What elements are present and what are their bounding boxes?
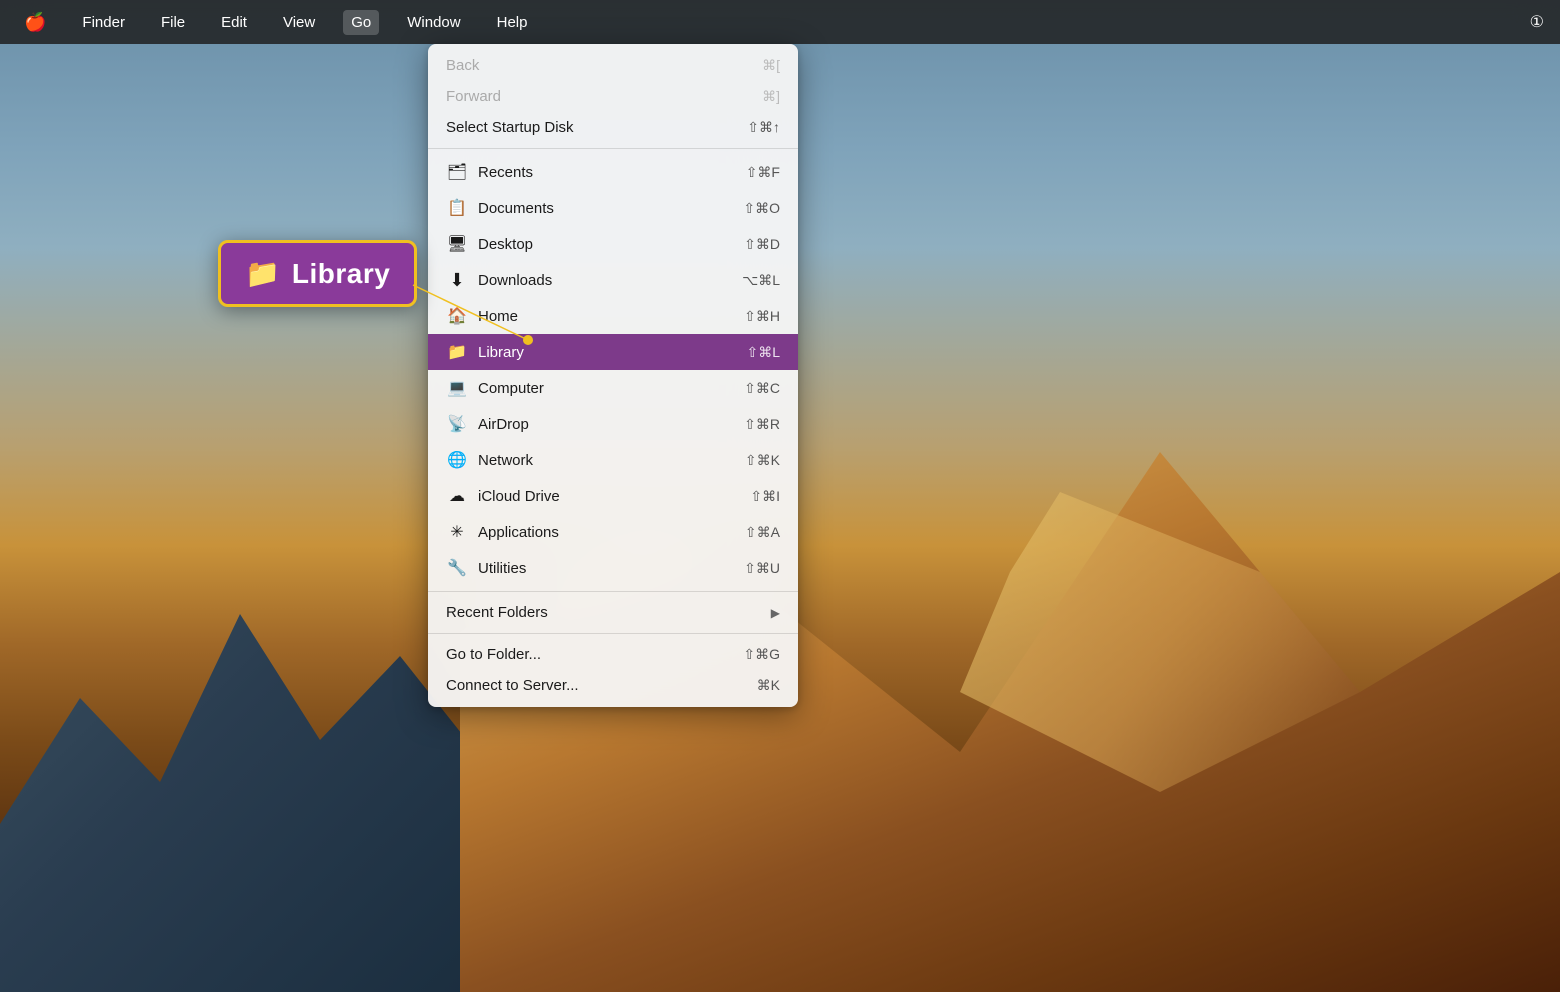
menu-item-go-to-folder[interactable]: Go to Folder... ⇧⌘G	[428, 639, 798, 670]
go-menu-dropdown: Back ⌘[ Forward ⌘] Select Startup Disk ⇧…	[428, 44, 798, 707]
network-icon: 🌐	[446, 449, 468, 471]
menubar-window[interactable]: Window	[399, 10, 468, 35]
menu-item-downloads[interactable]: ⬇ Downloads ⌥⌘L	[428, 262, 798, 298]
submenu-arrow-icon: ▶	[771, 606, 780, 620]
library-callout: 📁 Library	[218, 240, 417, 307]
menu-separator-3	[428, 633, 798, 634]
library-callout-box: 📁 Library	[218, 240, 417, 307]
menubar: 🍎 Finder File Edit View Go Window Help ①	[0, 0, 1560, 44]
menubar-help[interactable]: Help	[489, 10, 536, 35]
menu-item-icloud-drive[interactable]: ☁ iCloud Drive ⇧⌘I	[428, 478, 798, 514]
menu-item-recent-folders[interactable]: Recent Folders ▶	[428, 597, 798, 628]
menu-item-back[interactable]: Back ⌘[	[428, 50, 798, 81]
menubar-edit[interactable]: Edit	[213, 10, 255, 35]
computer-icon: 💻	[446, 377, 468, 399]
menu-item-library[interactable]: 📁 Library ⇧⌘L	[428, 334, 798, 370]
library-icon: 📁	[446, 341, 468, 363]
menu-item-connect-to-server[interactable]: Connect to Server... ⌘K	[428, 670, 798, 701]
menu-item-utilities[interactable]: 🔧 Utilities ⇧⌘U	[428, 550, 798, 586]
menubar-view[interactable]: View	[275, 10, 323, 35]
callout-label: Library	[292, 258, 390, 290]
menu-item-startup-disk[interactable]: Select Startup Disk ⇧⌘↑	[428, 112, 798, 143]
menu-item-computer[interactable]: 💻 Computer ⇧⌘C	[428, 370, 798, 406]
menu-item-home[interactable]: 🏠 Home ⇧⌘H	[428, 298, 798, 334]
recents-icon: 🗂	[446, 161, 468, 183]
menu-item-airdrop[interactable]: 📡 AirDrop ⇧⌘R	[428, 406, 798, 442]
menubar-go[interactable]: Go	[343, 10, 379, 35]
menubar-finder[interactable]: Finder	[74, 10, 133, 35]
icloud-icon: ☁	[446, 485, 468, 507]
menu-separator-1	[428, 148, 798, 149]
applications-icon: ✳	[446, 521, 468, 543]
downloads-icon: ⬇	[446, 269, 468, 291]
menubar-left: 🍎 Finder File Edit View Go Window Help	[16, 8, 535, 37]
callout-folder-icon: 📁	[245, 257, 280, 290]
desktop-icon: 🖥	[446, 233, 468, 255]
menu-item-desktop[interactable]: 🖥 Desktop ⇧⌘D	[428, 226, 798, 262]
menu-item-recents[interactable]: 🗂 Recents ⇧⌘F	[428, 154, 798, 190]
utilities-icon: 🔧	[446, 557, 468, 579]
menu-separator-2	[428, 591, 798, 592]
menu-item-forward[interactable]: Forward ⌘]	[428, 81, 798, 112]
menubar-right: ①	[1530, 12, 1544, 32]
menu-item-applications[interactable]: ✳ Applications ⇧⌘A	[428, 514, 798, 550]
documents-icon: 📋	[446, 197, 468, 219]
airdrop-icon: 📡	[446, 413, 468, 435]
menu-item-network[interactable]: 🌐 Network ⇧⌘K	[428, 442, 798, 478]
menubar-file[interactable]: File	[153, 10, 193, 35]
home-icon: 🏠	[446, 305, 468, 327]
menu-item-documents[interactable]: 📋 Documents ⇧⌘O	[428, 190, 798, 226]
apple-menu-button[interactable]: 🍎	[16, 8, 54, 37]
menubar-status-icon[interactable]: ①	[1530, 12, 1544, 32]
